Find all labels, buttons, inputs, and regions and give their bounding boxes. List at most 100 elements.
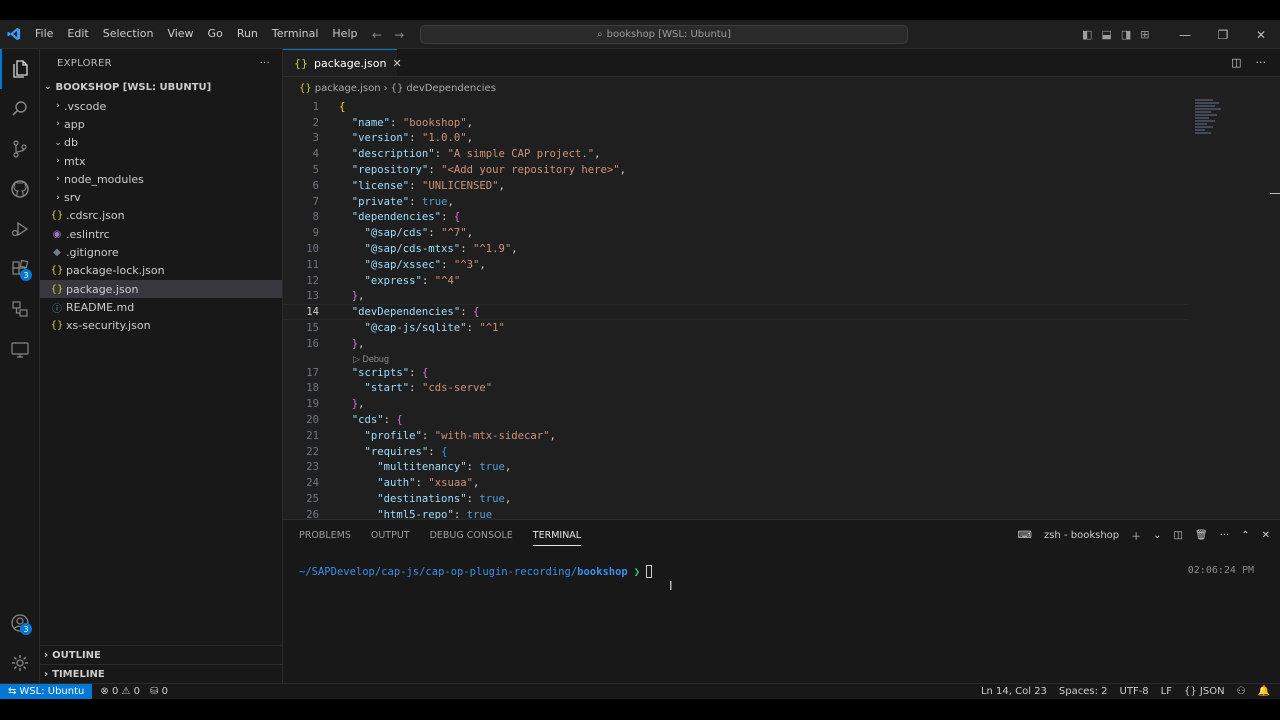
ports-indicator[interactable]: ⛁ 0: [150, 686, 168, 697]
code-text: "version": "1.0.0",: [351, 132, 473, 145]
tree-item-label: package.json: [66, 282, 139, 296]
toggle-secondary-sidebar-icon[interactable]: ◨: [1121, 28, 1131, 41]
code-text: "html5-repo": true: [377, 508, 493, 519]
language-mode[interactable]: {} JSON: [1184, 686, 1225, 697]
tree-item-xs-security-json[interactable]: {} xs-security.json: [40, 317, 282, 335]
end-of-line[interactable]: LF: [1161, 686, 1172, 697]
restore-icon[interactable]: ❐: [1204, 20, 1242, 49]
terminal-name[interactable]: zsh - bookshop: [1044, 530, 1119, 541]
indentation[interactable]: Spaces: 2: [1059, 686, 1108, 697]
code-editor[interactable]: 1{2 "name": "bookshop", 3 "version": "1.0…: [283, 99, 1280, 519]
panel-more-icon[interactable]: ···: [1220, 530, 1230, 541]
maximize-panel-icon[interactable]: ⌃: [1241, 530, 1249, 541]
terminal-prompt-line[interactable]: ~/SAPDevelop/cap-js/cap-op-plugin-record…: [299, 565, 653, 578]
vscode-logo-icon[interactable]: [0, 20, 28, 48]
tree-item-vscode[interactable]: › .vscode: [40, 97, 282, 115]
tree-item-package-json[interactable]: {} package.json: [40, 279, 282, 299]
split-terminal-icon[interactable]: ◫: [1174, 530, 1183, 541]
tree-item-node-modules[interactable]: › node_modules: [40, 170, 282, 188]
accounts-icon[interactable]: 3: [0, 603, 40, 643]
menu-view[interactable]: View: [160, 20, 200, 48]
forward-arrow-icon[interactable]: →: [394, 28, 404, 42]
tab-debug-console[interactable]: DEBUG CONSOLE: [430, 530, 513, 541]
remote-window-icon[interactable]: [0, 329, 40, 369]
menu-edit[interactable]: Edit: [60, 20, 95, 48]
code-text: "description": "A simple CAP project.",: [351, 148, 601, 161]
tree-item-app[interactable]: › app: [40, 115, 282, 133]
toggle-panel-icon[interactable]: ⬓: [1101, 28, 1111, 41]
tree-item-mtx[interactable]: › mtx: [40, 152, 282, 170]
tab-terminal[interactable]: TERMINAL: [532, 525, 582, 546]
code-line: 17 "scripts": {: [283, 365, 1280, 381]
command-center-search[interactable]: ⌕ bookshop [WSL: Ubuntu]: [420, 25, 908, 44]
source-control-icon[interactable]: [0, 129, 40, 169]
customize-layout-icon[interactable]: ⊞: [1140, 28, 1149, 41]
tab-problems[interactable]: PROBLEMS: [299, 530, 351, 541]
menu-run[interactable]: Run: [230, 20, 265, 48]
tree-item-db[interactable]: ⌄ db: [40, 134, 282, 152]
code-text: "devDependencies": {: [351, 306, 480, 319]
remote-icon: ⇆: [8, 686, 17, 697]
menu-go[interactable]: Go: [201, 20, 230, 48]
encoding[interactable]: UTF-8: [1120, 686, 1149, 697]
remote-explorer-icon[interactable]: [0, 289, 40, 329]
editor-more-icon[interactable]: ···: [1256, 56, 1267, 69]
kill-terminal-icon[interactable]: 🗑: [1195, 530, 1208, 541]
tree-item-cdsrc-json[interactable]: {} .cdsrc.json: [40, 207, 282, 225]
minimap[interactable]: [1195, 99, 1223, 135]
copilot-icon[interactable]: ⚇: [1237, 686, 1246, 697]
code-line: 2 "name": "bookshop",: [283, 115, 1280, 131]
tree-item-label: db: [64, 136, 78, 150]
line-number: 17: [306, 366, 319, 379]
debug-codelens[interactable]: ▷ Debug: [353, 354, 389, 365]
split-editor-icon[interactable]: ◫: [1231, 56, 1241, 69]
error-icon: ⊗: [100, 686, 109, 697]
toggle-primary-sidebar-icon[interactable]: ◧: [1082, 28, 1092, 41]
tree-item-eslintrc[interactable]: ◉ .eslintrc: [40, 225, 282, 243]
line-number: 12: [306, 274, 319, 287]
new-terminal-icon[interactable]: ＋: [1131, 528, 1141, 543]
tree-item-readme-md[interactable]: ⓘ README.md: [40, 298, 282, 316]
code-line: 24 "auth": "xsuaa",: [283, 475, 1280, 491]
explorer-icon[interactable]: [0, 49, 40, 89]
close-window-icon[interactable]: ✕: [1242, 20, 1280, 49]
extensions-icon[interactable]: 3: [0, 249, 40, 289]
outline-section[interactable]: › OUTLINE: [40, 645, 283, 664]
line-number: 8: [312, 211, 319, 224]
timeline-section[interactable]: › TIMELINE: [40, 664, 283, 683]
breadcrumb-file[interactable]: package.json: [315, 83, 381, 94]
tree-item-label: .eslintrc: [66, 227, 110, 241]
run-debug-icon[interactable]: [0, 209, 40, 249]
top-black-bar: [0, 0, 1280, 20]
tree-item-package-lock-json[interactable]: {} package-lock.json: [40, 262, 282, 280]
close-tab-icon[interactable]: ✕: [392, 57, 401, 70]
back-arrow-icon[interactable]: ←: [372, 28, 382, 42]
notifications-bell-icon[interactable]: 🔔: [1258, 686, 1270, 697]
minimize-icon[interactable]: —: [1166, 20, 1204, 49]
tab-output[interactable]: OUTPUT: [371, 530, 410, 541]
manage-gear-icon[interactable]: [0, 643, 40, 683]
menu-selection[interactable]: Selection: [96, 20, 161, 48]
workspace-title: BOOKSHOP [WSL: UBUNTU]: [55, 81, 212, 93]
tree-item-gitignore[interactable]: ◆ .gitignore: [40, 243, 282, 261]
remote-indicator[interactable]: ⇆ WSL: Ubuntu: [0, 683, 93, 700]
accounts-badge: 3: [20, 623, 32, 635]
tree-item-srv[interactable]: › srv: [40, 188, 282, 206]
tab-package-json[interactable]: {} package.json ✕: [283, 49, 402, 76]
code-text: "profile": "with-mtx-sidecar",: [364, 429, 556, 442]
menu-file[interactable]: File: [28, 20, 60, 48]
chevron-down-icon[interactable]: ⌄: [1153, 530, 1161, 541]
tree-item-label: srv: [64, 191, 81, 205]
search-view-icon[interactable]: [0, 89, 40, 129]
remote-label: WSL: Ubuntu: [19, 686, 85, 697]
cursor-position[interactable]: Ln 14, Col 23: [981, 686, 1047, 697]
tree-item-label: mtx: [64, 154, 86, 168]
github-icon[interactable]: [0, 169, 40, 209]
close-panel-icon[interactable]: ✕: [1262, 530, 1270, 541]
menu-terminal[interactable]: Terminal: [265, 20, 326, 48]
breadcrumb-symbol[interactable]: devDependencies: [406, 83, 496, 94]
problems-indicator[interactable]: ⊗ 0 ⚠ 0: [100, 686, 140, 697]
workspace-section-header[interactable]: ⌄ BOOKSHOP [WSL: UBUNTU]: [40, 77, 282, 97]
menu-help[interactable]: Help: [325, 20, 364, 48]
explorer-more-icon[interactable]: ···: [260, 58, 270, 69]
